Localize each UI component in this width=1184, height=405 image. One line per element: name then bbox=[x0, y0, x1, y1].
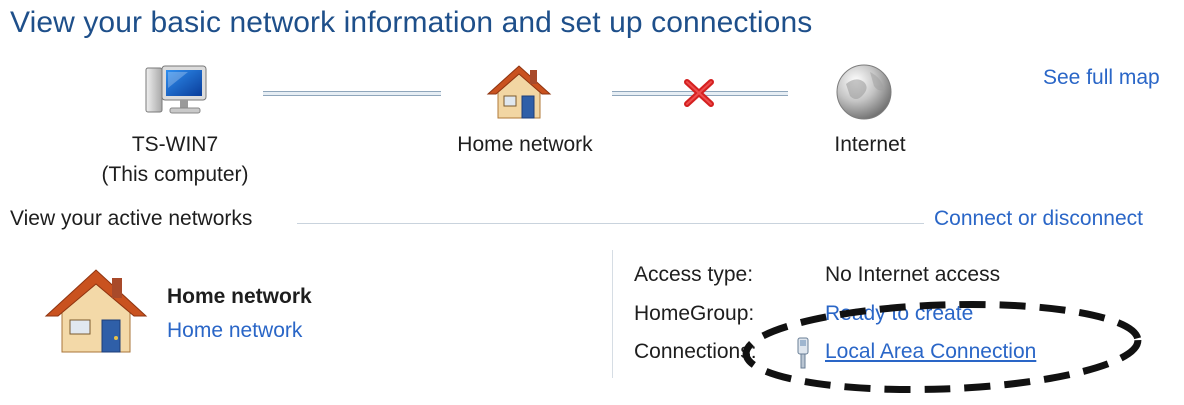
connect-or-disconnect-link[interactable]: Connect or disconnect bbox=[934, 207, 1143, 231]
home-network-icon[interactable] bbox=[486, 62, 552, 122]
access-type-label: Access type: bbox=[634, 263, 754, 286]
connections-label: Connections: bbox=[634, 340, 757, 363]
network-name-label: Home network bbox=[457, 133, 593, 156]
internet-globe-icon[interactable] bbox=[834, 62, 894, 122]
see-full-map-link[interactable]: See full map bbox=[1043, 66, 1160, 90]
active-network-name: Home network bbox=[167, 285, 312, 308]
connection-line-computer-network bbox=[263, 91, 441, 96]
vertical-divider bbox=[612, 250, 613, 378]
computer-icon[interactable] bbox=[138, 64, 212, 120]
computer-subtitle-label: (This computer) bbox=[101, 163, 249, 186]
highlight-annotation-ellipse bbox=[740, 292, 1150, 400]
homegroup-label: HomeGroup: bbox=[634, 302, 755, 325]
computer-name-label: TS-WIN7 bbox=[131, 133, 219, 156]
network-type-link[interactable]: Home network bbox=[167, 319, 302, 343]
internet-label: Internet bbox=[834, 133, 906, 156]
access-type-value: No Internet access bbox=[825, 263, 1001, 286]
page-title: View your basic network information and … bbox=[10, 6, 813, 39]
home-network-large-icon bbox=[44, 266, 148, 356]
section-divider bbox=[297, 223, 924, 224]
disconnected-x-icon bbox=[682, 78, 716, 108]
active-networks-header: View your active networks bbox=[10, 207, 253, 230]
